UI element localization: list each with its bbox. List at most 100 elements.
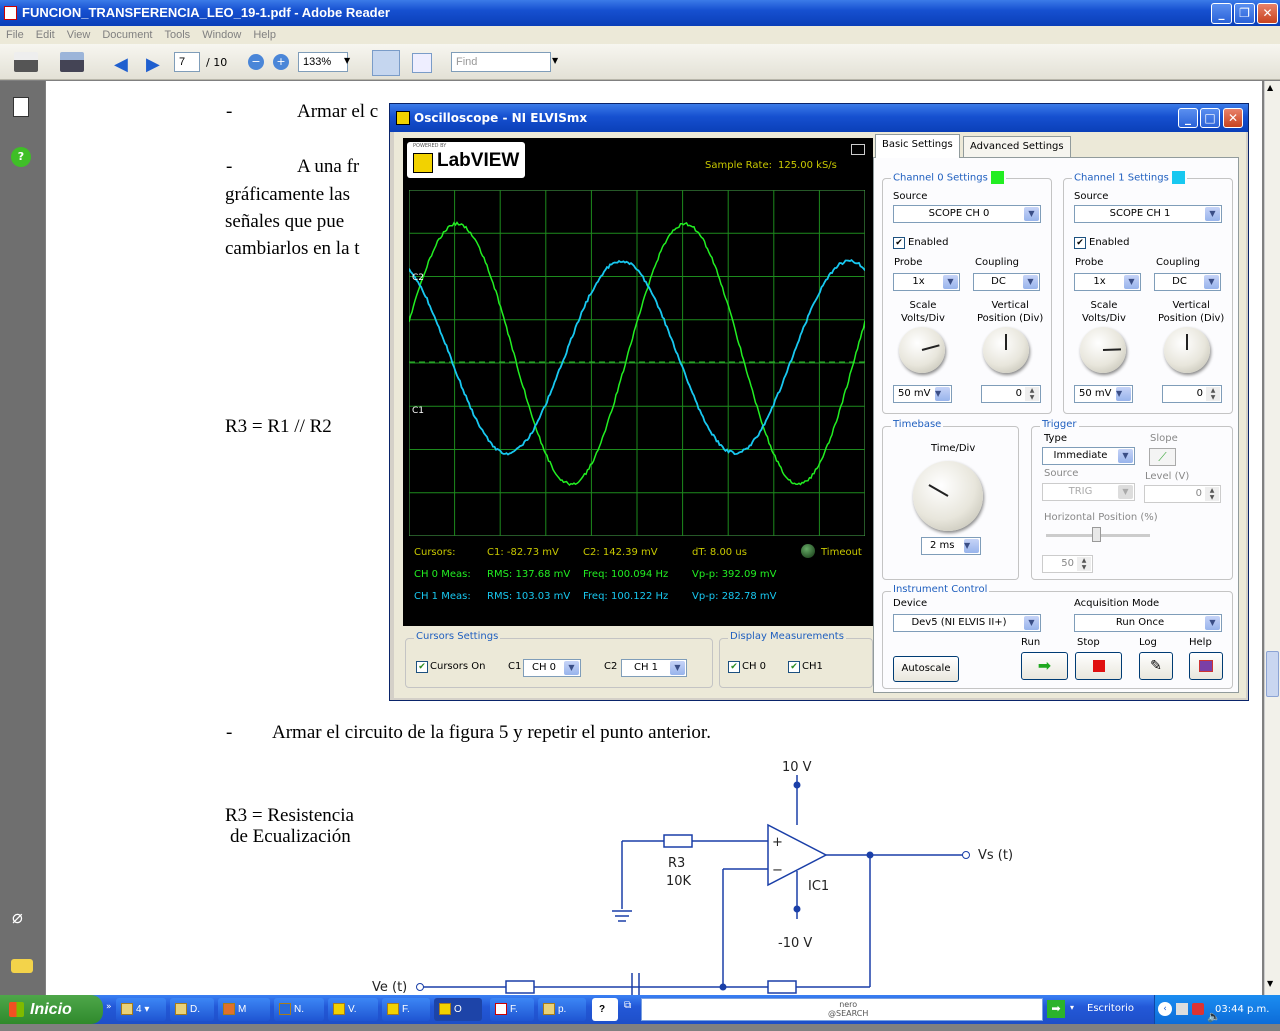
close-button[interactable]: ✕ [1257,3,1278,24]
chevron-down-icon: ▼ [943,275,958,289]
taskbar-item-p[interactable]: p. [538,998,586,1021]
taskbar-item-d[interactable]: D. [170,998,214,1021]
tray-security-icon[interactable] [1192,1003,1204,1015]
quicklaunch-chevron-icon[interactable]: » [106,1002,112,1012]
taskbar-item-n[interactable]: N. [274,998,324,1021]
hpos-input[interactable]: 50 ▲ ▼ [1042,555,1093,573]
c2-channel-select[interactable]: CH 1 ▼ [621,659,687,677]
ch1-source-select[interactable]: SCOPE CH 1 ▼ [1074,205,1222,223]
attachments-icon[interactable]: ⌀ [12,907,23,928]
restore-button[interactable]: ❐ [1234,3,1255,24]
autoscale-button[interactable]: Autoscale [893,656,959,682]
taskbar-item-oscilloscope[interactable]: O [434,998,482,1021]
nero-search-box[interactable]: nero @SEARCH [641,998,1043,1021]
trigger-source-select[interactable]: TRIG ▼ [1042,483,1135,501]
show-desktop-icon[interactable]: ⧉ [624,1000,631,1011]
taskbar-item-v[interactable]: V. [328,998,378,1021]
ch0-vpos-knob[interactable] [983,327,1029,373]
ch1-probe-select[interactable]: 1x ▼ [1074,273,1141,291]
spinner-icon[interactable]: ▲ ▼ [1077,557,1091,571]
toolbar-menu-chevron[interactable]: ▾ [1070,1003,1074,1012]
ch1-coupling-select[interactable]: DC ▼ [1154,273,1221,291]
menu-help[interactable]: Help [253,29,276,41]
help-button[interactable] [1189,652,1223,680]
zoom-in-icon[interactable]: + [273,54,289,70]
minimize-button[interactable]: _ [1211,3,1232,24]
hpos-slider-thumb[interactable] [1092,527,1101,542]
taskbar: Inicio » 4 ▾ D. M N. V. F. O F. p. ? ⧉ n… [0,995,1280,1024]
ch0-scale-knob[interactable] [899,327,945,373]
next-page-icon[interactable]: ▶ [146,54,160,75]
help-icon[interactable]: ? [11,147,31,167]
scroll-down-icon[interactable]: ▼ [1267,979,1273,988]
ch0-probe-select[interactable]: 1x ▼ [893,273,960,291]
scroll-up-icon[interactable]: ▲ [1267,83,1273,92]
run-button[interactable]: ➡ [1021,652,1068,680]
device-select[interactable]: Dev5 (NI ELVIS II+) ▼ [893,614,1041,632]
spinner-icon[interactable]: ▲ ▼ [1206,387,1220,401]
zoom-input[interactable]: 133% [298,52,348,72]
taskbar-item-folders[interactable]: 4 ▾ [116,998,166,1021]
vertical-scrollbar[interactable]: ▲ ▼ [1264,81,1280,995]
escritorio-toolbar[interactable]: Escritorio [1087,1003,1134,1014]
menu-window[interactable]: Window [202,29,241,41]
tray-expand-icon[interactable]: ‹ [1158,1002,1172,1016]
tab-advanced-settings[interactable]: Advanced Settings [963,136,1071,158]
display-ch0-checkbox[interactable]: ✔ [728,661,740,673]
trigger-type-select[interactable]: Immediate ▼ [1042,447,1135,465]
tray-network-icon[interactable] [1176,1003,1188,1015]
waveform-graph[interactable]: C2 C1 [409,190,865,536]
acq-mode-select[interactable]: Run Once ▼ [1074,614,1222,632]
spinner-icon[interactable]: ▲ ▼ [1025,387,1039,401]
find-input[interactable]: Find [451,52,551,72]
ch1-enabled-checkbox[interactable]: ✔ [1074,237,1086,249]
start-button[interactable]: Inicio [0,995,103,1024]
scope-maximize-button[interactable]: □ [1200,108,1220,128]
tab-basic-settings[interactable]: Basic Settings [875,134,960,158]
zoom-out-icon[interactable]: − [248,54,264,70]
ch0-enabled-checkbox[interactable]: ✔ [893,237,905,249]
menu-tools[interactable]: Tools [165,29,191,41]
print-icon[interactable] [14,52,38,72]
ch0-scale-select[interactable]: 50 mV ▼ [893,385,952,403]
find-dropdown-icon[interactable]: ▼ [552,56,558,65]
menu-file[interactable]: File [6,29,24,41]
ch1-vpos-knob[interactable] [1164,327,1210,373]
log-button[interactable]: ✎ [1139,652,1173,680]
menu-view[interactable]: View [67,29,91,41]
menu-edit[interactable]: Edit [36,29,55,41]
page-number-input[interactable]: 7 [174,52,200,72]
ch1-scale-knob[interactable] [1080,327,1126,373]
ch1-vpos-input[interactable]: 0 ▲ ▼ [1162,385,1222,403]
c1-channel-select[interactable]: CH 0 ▼ [523,659,581,677]
ch0-vpos-input[interactable]: 0 ▲ ▼ [981,385,1041,403]
fit-width-icon[interactable] [372,50,400,76]
level-input[interactable]: 0 ▲ ▼ [1144,485,1221,503]
taskbar-item-m[interactable]: M [218,998,270,1021]
taskbar-item-help[interactable]: ? [592,998,618,1021]
spinner-icon[interactable]: ▲ ▼ [1205,487,1219,501]
comments-icon[interactable] [11,959,33,973]
graph-palette-icon[interactable] [851,144,865,155]
taskbar-item-pdf[interactable]: F. [490,998,534,1021]
pages-icon[interactable] [13,97,29,117]
slope-rising-icon[interactable]: ⟋ [1149,448,1176,466]
time-div-select[interactable]: 2 ms ▼ [921,537,981,555]
taskbar-item-f[interactable]: F. [382,998,430,1021]
print-setup-icon[interactable] [60,52,84,72]
scroll-thumb[interactable] [1266,651,1279,697]
fit-page-icon[interactable] [412,53,432,73]
prev-page-icon[interactable]: ◀ [114,54,128,75]
display-ch1-checkbox[interactable]: ✔ [788,661,800,673]
zoom-dropdown-icon[interactable]: ▼ [344,56,350,65]
ch1-scale-select[interactable]: 50 mV ▼ [1074,385,1133,403]
stop-button[interactable] [1075,652,1122,680]
cursors-on-checkbox[interactable]: ✔ [416,661,428,673]
ch0-coupling-select[interactable]: DC ▼ [973,273,1040,291]
nero-go-icon[interactable]: ➡ [1047,1000,1065,1018]
scope-minimize-button[interactable]: _ [1178,108,1198,128]
scope-close-button[interactable]: ✕ [1223,108,1243,128]
time-div-knob[interactable] [913,461,983,531]
menu-document[interactable]: Document [102,29,152,41]
ch0-source-select[interactable]: SCOPE CH 0 ▼ [893,205,1041,223]
